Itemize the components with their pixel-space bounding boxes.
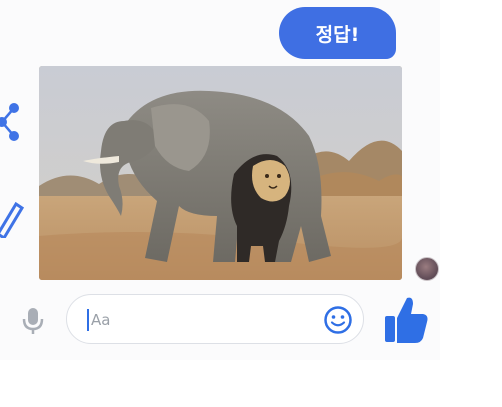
microphone-icon[interactable] — [19, 306, 47, 340]
input-placeholder: Aa — [91, 311, 111, 329]
edit-icon[interactable] — [0, 198, 25, 242]
text-cursor — [87, 309, 89, 331]
message-bubble[interactable]: 정답! — [279, 7, 396, 59]
message-text: 정답! — [315, 23, 360, 46]
chat-area: 정답! Aa — [0, 0, 440, 360]
avatar — [415, 257, 439, 281]
share-icon[interactable] — [0, 100, 22, 148]
photo-message[interactable] — [39, 66, 402, 280]
elephant-and-lion-photo — [39, 66, 402, 280]
thumbs-up-icon[interactable] — [381, 294, 431, 350]
smiley-icon[interactable] — [323, 305, 353, 339]
message-input[interactable]: Aa — [66, 294, 364, 344]
composer-bar: Aa — [0, 290, 440, 352]
